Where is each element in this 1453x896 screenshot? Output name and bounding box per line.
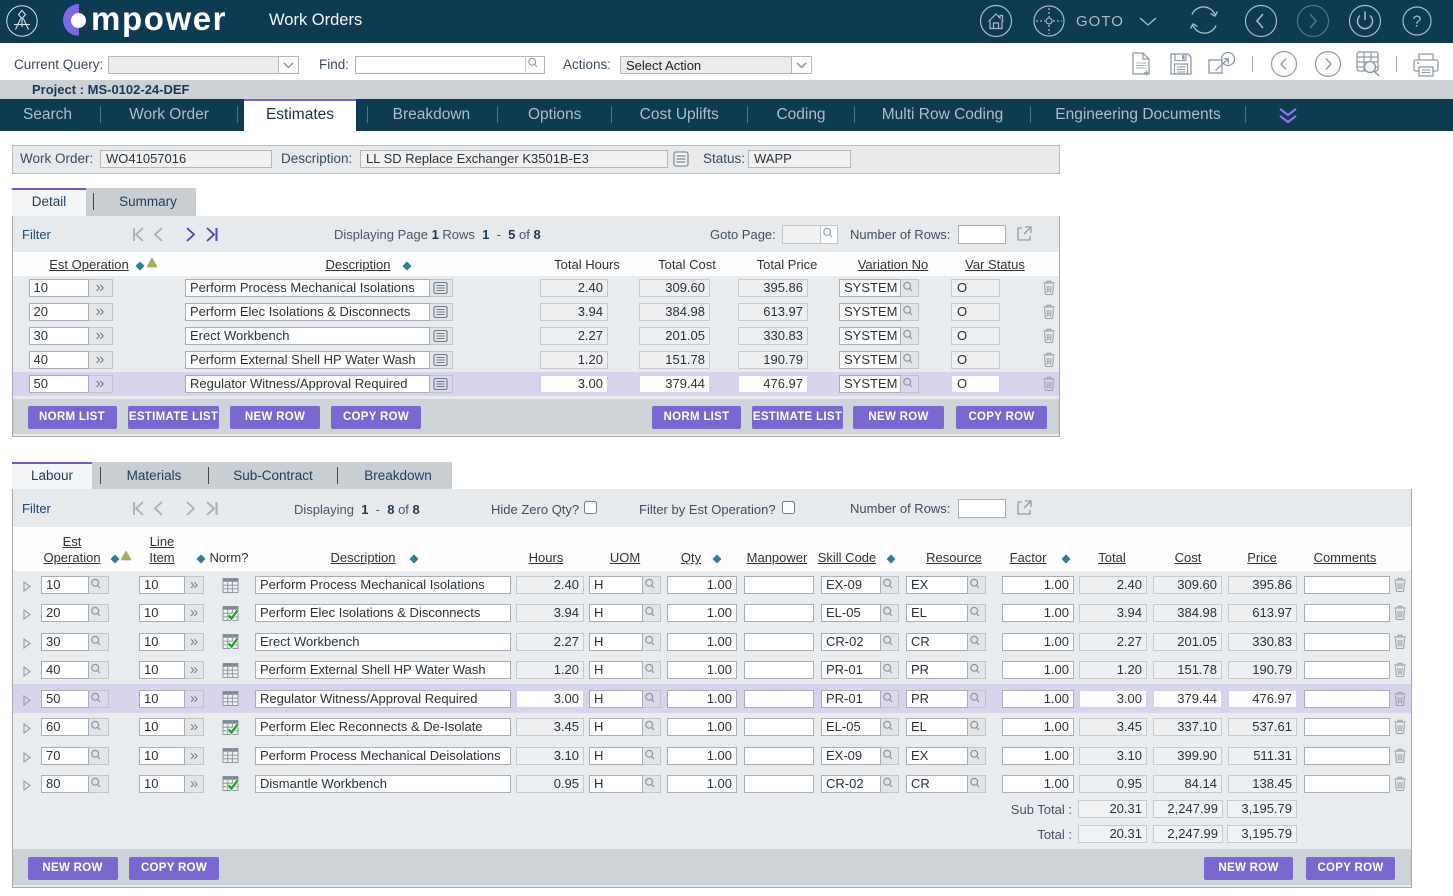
svg-text:?: ? <box>1413 14 1422 31</box>
